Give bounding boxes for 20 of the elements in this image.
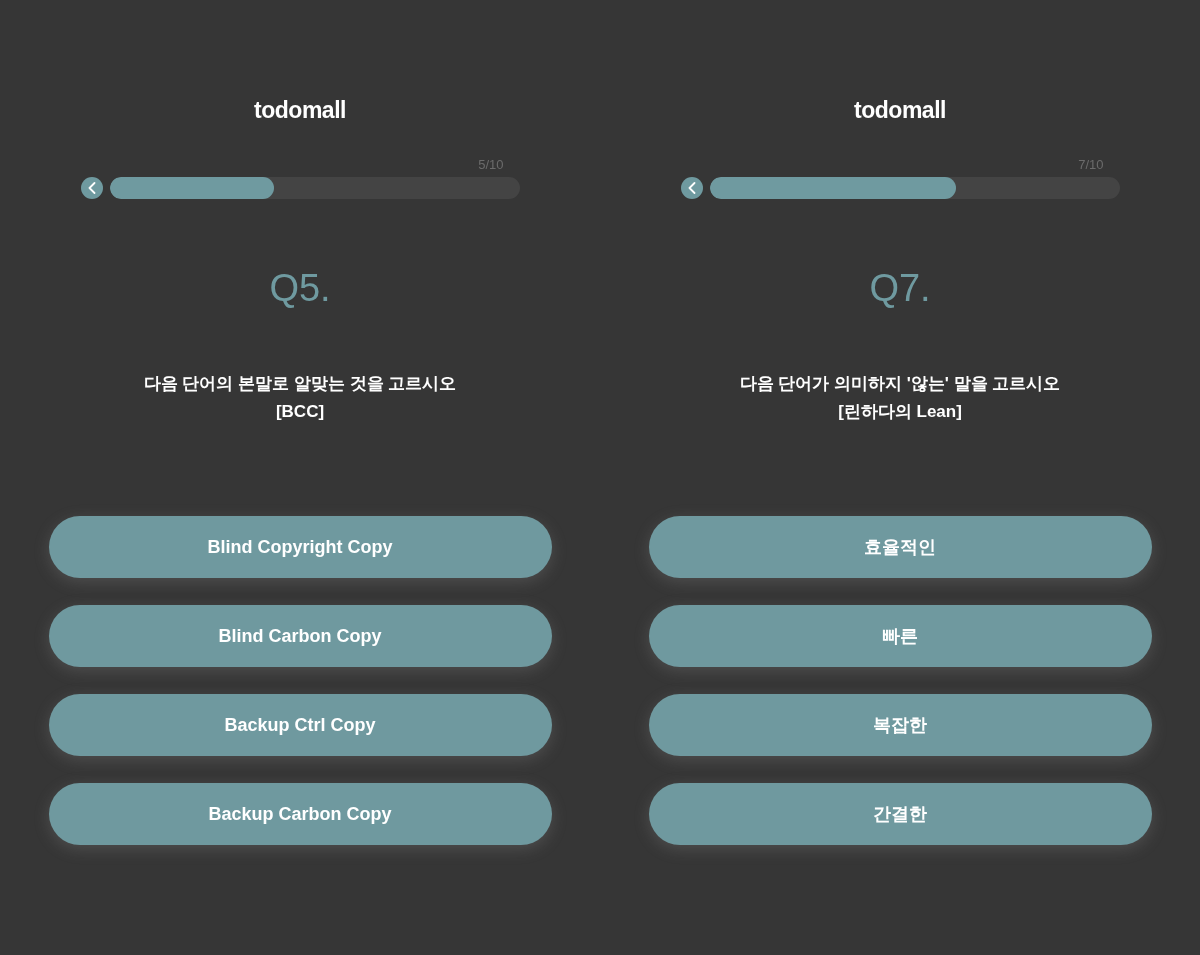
answer-option-button[interactable]: 효율적인 <box>648 516 1152 578</box>
answer-option-button[interactable]: Backup Carbon Copy <box>48 783 552 845</box>
question-text: 다음 단어의 본말로 알맞는 것을 고르시오 <box>143 373 457 395</box>
question-term: [린하다의 Lean] <box>838 401 962 423</box>
question-term: [BCC] <box>275 401 325 423</box>
question-text: 다음 단어가 의미하지 '않는' 말을 고르시오 <box>739 373 1061 395</box>
brand-logo: todomall <box>254 98 346 122</box>
answer-option-button[interactable]: Blind Carbon Copy <box>48 605 552 667</box>
question-number: Q7. <box>869 266 931 311</box>
answer-option-button[interactable]: Backup Ctrl Copy <box>48 694 552 756</box>
question-number: Q5. <box>269 266 331 311</box>
back-button[interactable] <box>80 177 103 199</box>
answer-option-button[interactable]: Blind Copyright Copy <box>48 516 552 578</box>
chevron-left-icon <box>687 182 696 194</box>
brand-logo: todomall <box>854 98 946 122</box>
answer-option-button[interactable]: 빠른 <box>648 605 1152 667</box>
back-button[interactable] <box>680 177 703 199</box>
answer-option-button[interactable]: 복잡한 <box>648 694 1152 756</box>
chevron-left-icon <box>87 182 96 194</box>
answer-option-button[interactable]: 간결한 <box>648 783 1152 845</box>
